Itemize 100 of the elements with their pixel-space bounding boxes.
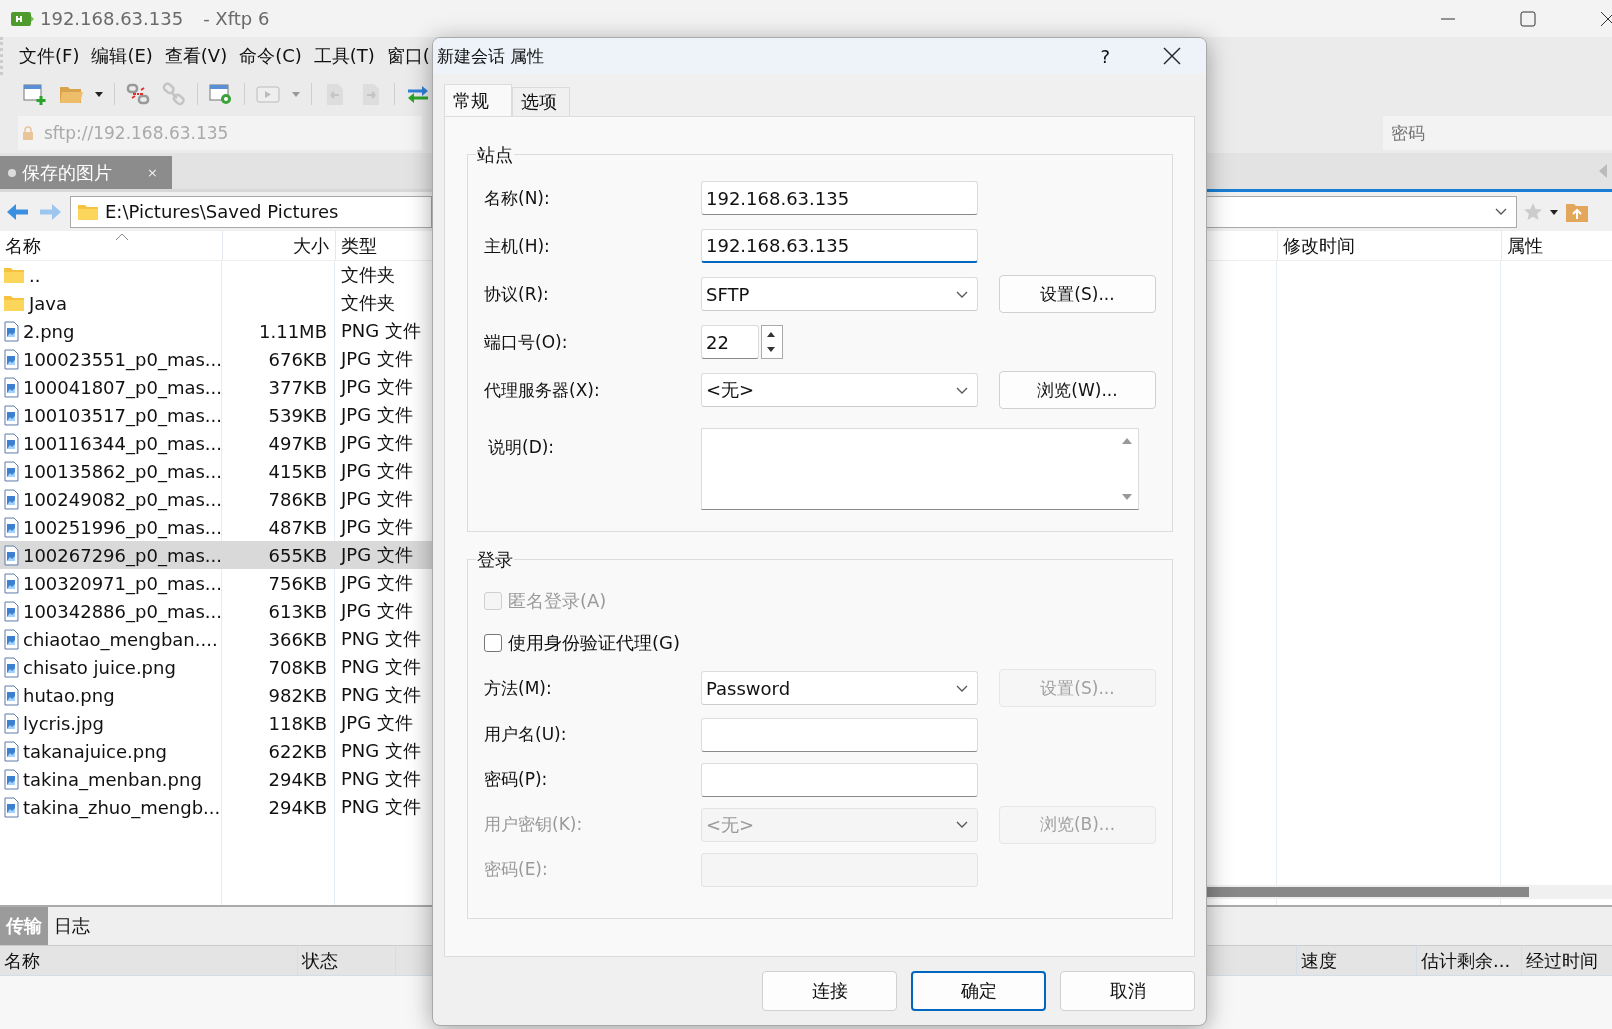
star-icon[interactable] — [1523, 201, 1543, 222]
broken-link-icon[interactable] — [125, 82, 151, 106]
file-type: PNG 文件 — [340, 795, 422, 819]
back-arrow-icon[interactable] — [6, 201, 30, 222]
file-row[interactable]: hutao.png 982KB PNG 文件 — [0, 681, 432, 709]
file-row[interactable]: 100135862_p0_mas... 415KB JPG 文件 — [0, 457, 432, 485]
lock-icon — [22, 126, 34, 140]
image-file-icon — [3, 348, 19, 370]
text-field[interactable] — [701, 762, 978, 797]
file-name: Java — [29, 292, 68, 314]
column-header[interactable]: 大小 — [222, 231, 335, 260]
file-name: 100249082_p0_mas... — [22, 488, 222, 510]
file-size: 118KB — [267, 712, 328, 734]
menu-item[interactable]: 文件(F) — [19, 44, 80, 68]
file-name: 100135862_p0_mas... — [22, 460, 222, 482]
file-name: 100041807_p0_mas... — [22, 376, 222, 398]
dialog-button[interactable]: 连接 — [762, 971, 897, 1011]
file-name: 100320971_p0_mas... — [22, 572, 222, 594]
file-row[interactable]: chisato juice.png 708KB PNG 文件 — [0, 653, 432, 681]
scroll-up-icon[interactable] — [1121, 437, 1133, 445]
dialog-tab[interactable]: 常规 — [444, 84, 512, 116]
column-header[interactable]: 属性 — [1501, 231, 1612, 260]
maximize-icon[interactable] — [1520, 10, 1536, 27]
close-icon[interactable] — [1162, 46, 1182, 66]
dialog-tab[interactable]: 选项 — [512, 87, 570, 116]
image-file-icon — [3, 488, 19, 510]
file-row[interactable]: 100103517_p0_mas... 539KB JPG 文件 — [0, 401, 432, 429]
column-header[interactable]: 名称 — [0, 231, 222, 260]
file-row[interactable]: 2.png 1.11MB PNG 文件 — [0, 317, 432, 345]
column-header[interactable]: 速度 — [1296, 946, 1416, 975]
file-row[interactable]: takanajuice.png 622KB PNG 文件 — [0, 737, 432, 765]
path-field[interactable]: E:\Pictures\Saved Pictures — [70, 195, 432, 228]
column-header[interactable]: 经过时间 — [1521, 946, 1612, 975]
dialog-button[interactable]: 取消 — [1060, 971, 1195, 1011]
file-row[interactable]: 100251996_p0_mas... 487KB JPG 文件 — [0, 513, 432, 541]
file-row[interactable]: 100320971_p0_mas... 756KB JPG 文件 — [0, 569, 432, 597]
file-row[interactable]: chiaotao_mengban.... 366KB PNG 文件 — [0, 625, 432, 653]
text-field[interactable]: 192.168.63.135 — [701, 229, 978, 263]
text-field[interactable] — [701, 717, 978, 752]
chevron-down-icon — [955, 683, 969, 693]
scroll-left-icon[interactable] — [1598, 163, 1608, 179]
file-type: PNG 文件 — [340, 739, 422, 763]
menu-item[interactable]: 窗口( — [386, 44, 430, 68]
file-type: JPG 文件 — [339, 459, 414, 483]
field-label: 用户名(U): — [484, 723, 568, 746]
app-name: - Xftp 6 — [203, 8, 270, 29]
close-icon[interactable] — [1600, 10, 1612, 27]
file-row[interactable]: 100116344_p0_mas... 497KB JPG 文件 — [0, 429, 432, 457]
file-size: 366KB — [267, 628, 328, 650]
column-header[interactable]: 名称 — [0, 948, 297, 973]
file-size: 756KB — [267, 572, 328, 594]
scroll-down-icon[interactable] — [1121, 493, 1133, 501]
file-row[interactable]: 100342886_p0_mas... 613KB JPG 文件 — [0, 597, 432, 625]
file-row[interactable]: takina_menban.png 294KB PNG 文件 — [0, 765, 432, 793]
column-header[interactable]: 状态 — [297, 946, 395, 975]
image-file-icon — [3, 656, 19, 678]
file-name: takina_menban.png — [23, 768, 202, 790]
file-row[interactable]: 100267296_p0_mas... 655KB JPG 文件 — [0, 541, 432, 569]
forward-arrow-icon[interactable] — [38, 201, 62, 222]
dialog-button[interactable]: 确定 — [911, 971, 1046, 1011]
dropdown[interactable]: Password — [701, 671, 978, 705]
dropdown[interactable]: SFTP — [701, 277, 978, 311]
menu-item[interactable]: 工具(T) — [313, 44, 375, 68]
new-window-icon[interactable] — [22, 82, 48, 106]
checkbox[interactable] — [484, 634, 502, 652]
file-type: PNG 文件 — [340, 683, 422, 707]
password-field[interactable]: 密码 — [1383, 116, 1612, 150]
file-type: 文件夹 — [340, 291, 396, 315]
menu-item[interactable]: 命令(C) — [239, 44, 302, 68]
panel-tab[interactable]: 日志 — [48, 907, 96, 945]
file-row[interactable]: .. 文件夹 — [0, 261, 432, 289]
description-field[interactable] — [701, 428, 1139, 510]
file-row[interactable]: 100041807_p0_mas... 377KB JPG 文件 — [0, 373, 432, 401]
file-row[interactable]: 100249082_p0_mas... 786KB JPG 文件 — [0, 485, 432, 513]
menu-item[interactable]: 编辑(E) — [91, 44, 153, 68]
settings-button[interactable]: 设置(S)... — [999, 275, 1156, 313]
file-row[interactable]: 100023551_p0_mas... 676KB JPG 文件 — [0, 345, 432, 373]
file-row[interactable]: takina_zhuo_mengb... 294KB PNG 文件 — [0, 793, 432, 821]
text-field[interactable]: 192.168.63.135 — [701, 181, 978, 215]
file-type: PNG 文件 — [340, 767, 422, 791]
chevron-down-icon — [955, 385, 969, 395]
file-row[interactable]: Java 文件夹 — [0, 289, 432, 317]
column-header[interactable]: 修改时间 — [1277, 231, 1501, 260]
image-file-icon — [3, 684, 19, 706]
link-icon[interactable] — [161, 82, 187, 106]
file-type: JPG 文件 — [339, 543, 414, 567]
group-label: 登录 — [476, 548, 514, 572]
dropdown[interactable]: <无> — [701, 373, 978, 407]
settings-button[interactable]: 浏览(W)... — [999, 371, 1156, 409]
field-label: 主机(H): — [484, 234, 551, 258]
file-type: PNG 文件 — [340, 655, 422, 679]
help-button[interactable]: ? — [1100, 45, 1110, 67]
window-title: 192.168.63.135 — [40, 8, 184, 29]
checkbox-label: 使用身份验证代理(G) — [508, 631, 680, 655]
menu-item[interactable]: 查看(V) — [164, 44, 228, 68]
column-header[interactable]: 估计剩余... — [1416, 946, 1521, 975]
checkbox-label: 匿名登录(A) — [508, 589, 607, 613]
file-row[interactable]: lycris.jpg 118KB JPG 文件 — [0, 709, 432, 737]
port-field[interactable]: 22 — [701, 325, 759, 359]
file-type: JPG 文件 — [339, 487, 414, 511]
